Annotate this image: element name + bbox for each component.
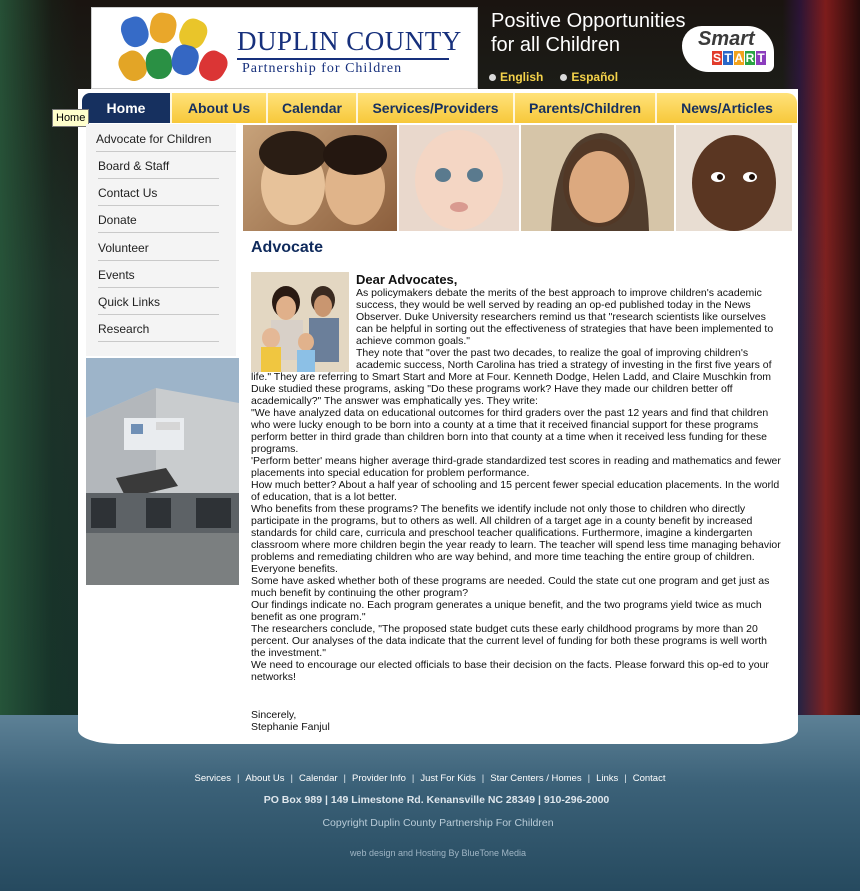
handprints-logo-icon	[114, 10, 240, 86]
bullet-icon	[560, 74, 568, 81]
photo-spacer	[251, 287, 356, 370]
logo-title: DUPLIN COUNTY	[237, 26, 462, 56]
sidebar-menu: Advocate for Children Board & Staff Cont…	[86, 124, 236, 356]
signature-name: Stephanie Fanjul	[251, 721, 330, 733]
footer-link-contact[interactable]: Contact	[627, 773, 672, 784]
smart-start-letters: START	[712, 51, 767, 65]
sidebar-item-advocate[interactable]: Advocate for Children	[96, 125, 236, 152]
article-paragraph: "We have analyzed data on educational ou…	[251, 407, 769, 455]
nav-home[interactable]: Home	[82, 93, 170, 123]
footer-copyright: Copyright Duplin County Partnership For …	[322, 817, 554, 829]
footer-link-services[interactable]: Services	[189, 773, 237, 784]
lang-english-link[interactable]: English	[500, 70, 543, 84]
child-photo	[243, 125, 397, 231]
footer-links: Services | About Us | Calendar | Provider Info…	[0, 773, 860, 784]
child-photo	[676, 125, 792, 231]
article-paragraph: Our findings indicate no. Each program g…	[251, 599, 762, 623]
article-body: As policymakers debate the merits of the…	[251, 287, 781, 683]
smart-start-word: Smart	[698, 28, 755, 50]
home-tooltip: Home	[52, 109, 90, 127]
article-paragraph: We need to encourage our elected officia…	[251, 659, 769, 683]
nav-services-providers[interactable]: Services/Providers	[358, 93, 513, 123]
footer-link-calendar[interactable]: Calendar	[293, 773, 344, 784]
site-logo[interactable]: DUPLIN COUNTY Partnership for Children	[91, 7, 478, 89]
page-title: Advocate	[251, 239, 324, 256]
bullet-icon	[489, 74, 496, 81]
sidebar-item-research[interactable]: Research	[98, 315, 219, 342]
language-switcher: English Español	[489, 70, 632, 84]
start-letter: S	[712, 51, 722, 65]
nav-parents-children[interactable]: Parents/Children	[515, 93, 655, 123]
start-letter: T	[723, 51, 733, 65]
footer-link-links[interactable]: Links	[590, 773, 624, 784]
footer-link-provider-info[interactable]: Provider Info	[346, 773, 412, 784]
footer-link-just-for-kids[interactable]: Just For Kids	[414, 773, 481, 784]
article-paragraph: 'Perform better' means higher average th…	[251, 455, 781, 479]
nav-news-articles[interactable]: News/Articles	[657, 93, 797, 123]
sidebar-item-contact[interactable]: Contact Us	[98, 179, 219, 206]
tagline: Positive Opportunities for all Children	[491, 9, 686, 57]
logo-subtitle: Partnership for Children	[242, 61, 403, 76]
footer-link-star-centers[interactable]: Star Centers / Homes	[484, 773, 587, 784]
footer-credit-link[interactable]: web design and Hosting By BlueTone Media	[0, 848, 860, 858]
article-paragraph: Who benefits from these programs? The be…	[251, 503, 781, 575]
tagline-line2: for all Children	[491, 34, 620, 56]
main-nav: Home About Us Calendar Services/Provider…	[82, 93, 797, 123]
sidebar-item-events[interactable]: Events	[98, 261, 219, 288]
sidebar-item-board-staff[interactable]: Board & Staff	[98, 152, 219, 179]
article-paragraph: The researchers conclude, "The proposed …	[251, 623, 767, 659]
nav-calendar[interactable]: Calendar	[268, 93, 356, 123]
child-photo	[399, 125, 519, 231]
start-letter: R	[745, 51, 755, 65]
article-greeting: Dear Advocates,	[356, 272, 458, 287]
article-paragraph: How much better? About a half year of sc…	[251, 479, 780, 503]
building-photo	[86, 358, 239, 585]
sidebar-item-donate[interactable]: Donate	[98, 206, 219, 233]
footer-address: PO Box 989 | 149 Limestone Rd. Kenansvil…	[263, 794, 610, 806]
sidebar-item-quick-links[interactable]: Quick Links	[98, 288, 219, 315]
tagline-line1: Positive Opportunities	[491, 10, 686, 32]
lang-espanol-link[interactable]: Español	[571, 70, 618, 84]
footer-link-about[interactable]: About Us	[239, 773, 290, 784]
article-paragraph: Some have asked whether both of these pr…	[251, 575, 770, 599]
closing-text: Sincerely,	[251, 709, 297, 721]
logo-divider	[237, 58, 449, 60]
start-letter: T	[756, 51, 766, 65]
child-photo	[521, 125, 674, 231]
signature-block: Sincerely, Stephanie Fanjul	[251, 709, 330, 733]
start-letter: A	[734, 51, 744, 65]
nav-about-us[interactable]: About Us	[172, 93, 266, 123]
children-banner	[243, 125, 792, 231]
smart-start-logo[interactable]: Smart START	[682, 26, 774, 72]
sidebar-item-volunteer[interactable]: Volunteer	[98, 234, 219, 261]
